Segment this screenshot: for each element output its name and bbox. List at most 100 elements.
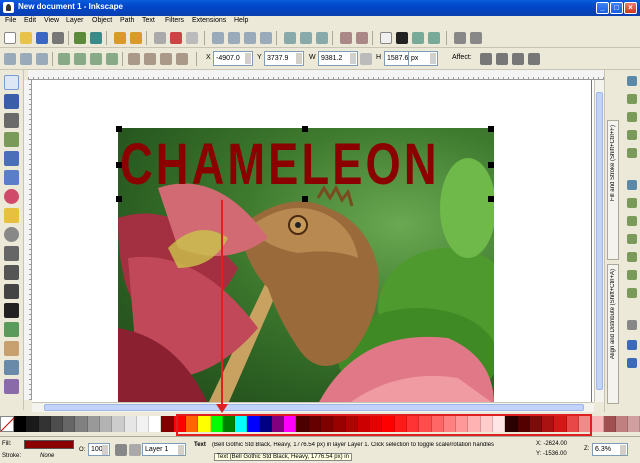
fill-indicator[interactable] — [24, 440, 74, 449]
color-swatch[interactable] — [161, 416, 174, 432]
zoom-drawing-icon[interactable] — [228, 32, 240, 44]
color-swatch[interactable] — [14, 416, 27, 432]
snap-page-icon[interactable] — [627, 320, 637, 330]
snap-paths-icon[interactable] — [627, 198, 637, 208]
zoom-page-icon[interactable] — [244, 32, 256, 44]
calligraphy-tool-icon[interactable] — [4, 284, 19, 299]
color-swatch[interactable] — [26, 416, 39, 432]
move-pattern-icon[interactable] — [528, 53, 540, 65]
snap-guide-icon[interactable] — [627, 358, 637, 368]
spiral-tool-icon[interactable] — [4, 227, 19, 242]
w-field[interactable]: 9381.2 — [318, 51, 358, 66]
menu-layer[interactable]: Layer — [66, 17, 84, 24]
snap-midpoints-icon[interactable] — [627, 148, 637, 158]
x-field[interactable]: -4907.0 — [213, 51, 253, 66]
ungroup-icon[interactable] — [356, 32, 368, 44]
snap-bbox-icon[interactable] — [627, 94, 637, 104]
import-icon[interactable] — [74, 32, 86, 44]
raise-icon[interactable] — [144, 53, 156, 65]
snap-corners-icon[interactable] — [627, 130, 637, 140]
paste-icon[interactable] — [186, 32, 198, 44]
pencil-tool-icon[interactable] — [4, 246, 19, 261]
eraser-tool-icon[interactable] — [4, 341, 19, 356]
move-gradient-icon[interactable] — [512, 53, 524, 65]
vertical-ruler[interactable] — [24, 80, 32, 400]
color-swatch[interactable] — [124, 416, 137, 432]
resize-handle-ne[interactable] — [488, 126, 494, 132]
color-swatch[interactable] — [99, 416, 113, 432]
selector-tool-icon[interactable] — [4, 75, 19, 90]
select-all-layers-icon[interactable] — [20, 53, 32, 65]
color-swatch[interactable] — [628, 416, 640, 432]
rectangle-tool-icon[interactable] — [4, 151, 19, 166]
redo-icon[interactable] — [130, 32, 142, 44]
ellipse-tool-icon[interactable] — [4, 189, 19, 204]
vertical-scroll-thumb[interactable] — [596, 92, 603, 390]
document-properties-icon[interactable] — [470, 32, 482, 44]
preferences-icon[interactable] — [454, 32, 466, 44]
text-font-icon[interactable] — [396, 32, 408, 44]
print-icon[interactable] — [52, 32, 64, 44]
pen-tool-icon[interactable] — [4, 265, 19, 280]
lock-ratio-icon[interactable] — [360, 53, 372, 65]
resize-handle-s[interactable] — [302, 196, 308, 202]
snap-nodes-icon[interactable] — [627, 180, 637, 190]
unit-select[interactable]: px — [408, 51, 438, 66]
chameleon-text-object[interactable]: CHAMELEON — [120, 132, 437, 198]
snap-smooth-icon[interactable] — [627, 252, 637, 262]
lower-bottom-icon[interactable] — [176, 53, 188, 65]
y-field[interactable]: 3737.9 — [264, 51, 304, 66]
scale-corners-icon[interactable] — [496, 53, 508, 65]
snap-grid-icon[interactable] — [627, 340, 637, 350]
snap-edges-icon[interactable] — [627, 112, 637, 122]
menu-object[interactable]: Object — [92, 17, 112, 24]
snap-intersections-icon[interactable] — [627, 216, 637, 226]
duplicate-icon[interactable] — [284, 32, 296, 44]
rotate-cw-icon[interactable] — [74, 53, 86, 65]
layer-visibility-icon[interactable] — [115, 444, 127, 456]
cut-icon[interactable] — [170, 32, 182, 44]
unlink-clone-icon[interactable] — [316, 32, 328, 44]
xml-editor-icon[interactable] — [412, 32, 424, 44]
align-distribute-dock-tab[interactable]: Align and Distribute (Shift+Ctrl+A) — [607, 264, 619, 404]
rotate-ccw-icon[interactable] — [58, 53, 70, 65]
resize-handle-se[interactable] — [488, 196, 494, 202]
node-tool-icon[interactable] — [4, 94, 19, 109]
horizontal-ruler[interactable] — [28, 70, 604, 80]
zoom-field[interactable]: 6.3% — [592, 443, 628, 456]
color-swatch[interactable] — [615, 416, 629, 432]
menu-file[interactable]: File — [5, 17, 16, 24]
text-tool-icon[interactable] — [4, 303, 19, 318]
drawing-canvas[interactable]: CHAMELEON — [32, 80, 594, 402]
layer-select[interactable]: Layer 1 — [142, 443, 186, 456]
close-button[interactable]: × — [624, 2, 637, 14]
save-icon[interactable] — [36, 32, 48, 44]
color-swatch[interactable] — [603, 416, 616, 432]
color-swatch[interactable] — [87, 416, 100, 432]
raise-top-icon[interactable] — [128, 53, 140, 65]
horizontal-scroll-thumb[interactable] — [44, 404, 584, 411]
gradient-tool-icon[interactable] — [4, 379, 19, 394]
menu-filters[interactable]: Filters — [165, 17, 184, 24]
color-swatch[interactable] — [63, 416, 76, 432]
zoom-tool-icon[interactable] — [4, 132, 19, 147]
menu-path[interactable]: Path — [120, 17, 134, 24]
color-swatch[interactable] — [591, 416, 604, 432]
resize-handle-w[interactable] — [116, 162, 122, 168]
clone-icon[interactable] — [300, 32, 312, 44]
resize-handle-e[interactable] — [488, 162, 494, 168]
color-swatch[interactable] — [112, 416, 125, 432]
menu-extensions[interactable]: Extensions — [192, 17, 226, 24]
copy-icon[interactable] — [154, 32, 166, 44]
color-swatch[interactable] — [50, 416, 64, 432]
menu-help[interactable]: Help — [234, 17, 248, 24]
export-icon[interactable] — [90, 32, 102, 44]
bucket-tool-icon[interactable] — [4, 360, 19, 375]
resize-handle-nw[interactable] — [116, 126, 122, 132]
new-document-icon[interactable] — [4, 32, 16, 44]
horizontal-scrollbar[interactable] — [32, 402, 594, 412]
menu-edit[interactable]: Edit — [24, 17, 36, 24]
opacity-field[interactable]: 100 — [88, 443, 110, 456]
align-distribute-icon[interactable] — [428, 32, 440, 44]
fill-stroke-icon[interactable] — [380, 32, 392, 44]
